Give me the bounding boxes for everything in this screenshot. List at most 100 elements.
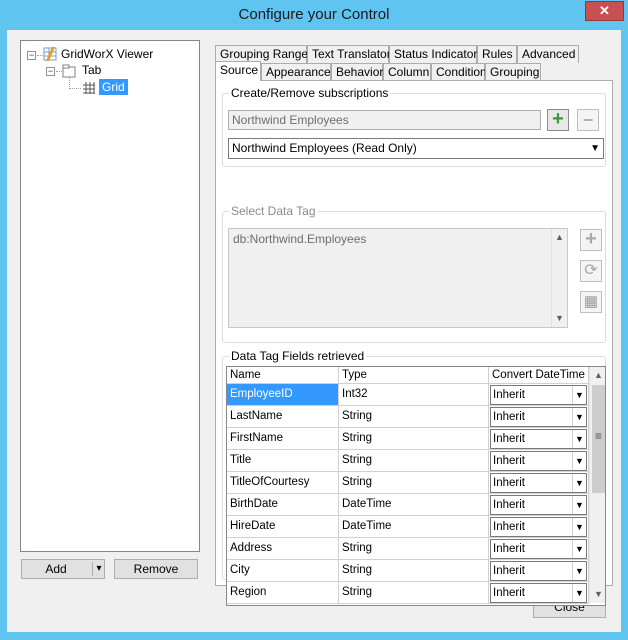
convert-datetime-select[interactable]: Inherit ▼	[490, 385, 587, 405]
refresh-data-tag-button[interactable]: ⟳	[580, 260, 602, 282]
browse-table-button[interactable]: ▦	[580, 291, 602, 313]
tab-status-indicator[interactable]: Status Indicator	[389, 45, 477, 63]
convert-datetime-value: Inherit	[493, 433, 525, 445]
table-cell-convert: Inherit ▼	[489, 516, 589, 538]
chevron-down-icon: ▼	[572, 452, 586, 470]
scrollbar-thumb[interactable]: ≡	[592, 385, 605, 493]
convert-datetime-select[interactable]: Inherit ▼	[490, 495, 587, 515]
tab-behavior[interactable]: Behavior	[331, 63, 383, 81]
tree-node-gridworx-viewer[interactable]: GridWorX Viewer	[61, 46, 153, 62]
scroll-up-icon[interactable]: ▲	[590, 367, 605, 384]
convert-datetime-value: Inherit	[493, 521, 525, 533]
tab-grouping[interactable]: Grouping	[485, 63, 541, 81]
table-cell-type[interactable]: String	[339, 472, 489, 494]
fields-grid-scrollbar[interactable]: ▲ ≡ ▼	[589, 367, 605, 603]
tab-condition[interactable]: Condition	[431, 63, 487, 81]
subscription-select[interactable]: Northwind Employees (Read Only) ▼	[228, 138, 604, 159]
table-cell-name[interactable]: Address	[227, 538, 339, 560]
table-cell-convert: Inherit ▼	[489, 538, 589, 560]
fields-group-title: Data Tag Fields retrieved	[229, 349, 367, 363]
table-cell-type[interactable]: String	[339, 560, 489, 582]
table-cell-type[interactable]: Int32	[339, 384, 489, 406]
refresh-icon: ⟳	[584, 262, 598, 279]
convert-datetime-select[interactable]: Inherit ▼	[490, 539, 587, 559]
title-bar[interactable]: Configure your Control ✕	[0, 0, 628, 30]
table-cell-type[interactable]: String	[339, 406, 489, 428]
table-cell-type[interactable]: String	[339, 450, 489, 472]
table-cell-name[interactable]: BirthDate	[227, 494, 339, 516]
convert-datetime-select[interactable]: Inherit ▼	[490, 451, 587, 471]
chevron-down-icon: ▼	[572, 474, 586, 492]
convert-datetime-select[interactable]: Inherit ▼	[490, 473, 587, 493]
table-cell-name[interactable]: TitleOfCourtesy	[227, 472, 339, 494]
table-cell-convert: Inherit ▼	[489, 406, 589, 428]
table-cell-name[interactable]: EmployeeID	[227, 384, 339, 406]
close-window-button[interactable]: ✕	[585, 1, 624, 21]
table-cell-name[interactable]: LastName	[227, 406, 339, 428]
remove-button[interactable]: Remove	[114, 559, 198, 579]
dialog-client-area: − GridWorX Viewer − Tab Grid Add ▾ Remov…	[7, 30, 621, 632]
data-tag-group: Select Data Tag db:Northwind.Employees ▲…	[222, 204, 606, 343]
subscription-name-input[interactable]: Northwind Employees	[228, 110, 541, 130]
scroll-down-icon[interactable]: ▼	[552, 310, 567, 327]
tree-node-grid[interactable]: Grid	[99, 79, 128, 95]
table-cell-type[interactable]: DateTime	[339, 516, 489, 538]
table-cell-type[interactable]: DateTime	[339, 494, 489, 516]
tree-connector	[69, 88, 81, 89]
convert-datetime-select[interactable]: Inherit ▼	[490, 429, 587, 449]
convert-datetime-value: Inherit	[493, 477, 525, 489]
column-header-name[interactable]: Name	[227, 367, 339, 384]
data-tag-value[interactable]: db:Northwind.Employees	[233, 232, 366, 246]
tree-collapse-icon[interactable]: −	[27, 51, 36, 60]
tree-node-tab[interactable]: Tab	[82, 62, 101, 78]
table-cell-type[interactable]: String	[339, 582, 489, 604]
table-cell-name[interactable]: City	[227, 560, 339, 582]
table-cell-type[interactable]: String	[339, 538, 489, 560]
add-subscription-button[interactable]: +	[547, 109, 569, 131]
table-cell-name[interactable]: Title	[227, 450, 339, 472]
split-separator	[92, 562, 93, 576]
grid-icon	[82, 81, 96, 95]
add-data-tag-button[interactable]: +	[580, 229, 602, 251]
chevron-down-icon: ▼	[572, 386, 586, 404]
convert-datetime-select[interactable]: Inherit ▼	[490, 583, 587, 603]
convert-datetime-value: Inherit	[493, 587, 525, 599]
convert-datetime-value: Inherit	[493, 565, 525, 577]
chevron-down-icon: ▼	[590, 143, 600, 154]
tab-appearance[interactable]: Appearance	[261, 63, 331, 81]
table-cell-name[interactable]: FirstName	[227, 428, 339, 450]
tab-column[interactable]: Column	[383, 63, 431, 81]
convert-datetime-select[interactable]: Inherit ▼	[490, 517, 587, 537]
table-cell-name[interactable]: Region	[227, 582, 339, 604]
window-title: Configure your Control	[238, 6, 390, 23]
control-tree[interactable]: − GridWorX Viewer − Tab Grid	[20, 40, 200, 552]
tab-advanced[interactable]: Advanced	[517, 45, 579, 63]
table-cell-convert: Inherit ▼	[489, 560, 589, 582]
scroll-down-icon[interactable]: ▼	[590, 586, 605, 603]
table-cell-convert: Inherit ▼	[489, 428, 589, 450]
fields-grid[interactable]: Name Type Convert DateTime EmployeeID Int32 I…	[226, 366, 606, 606]
remove-subscription-button[interactable]: −	[577, 109, 599, 131]
grid-app-icon	[43, 47, 57, 61]
table-cell-type[interactable]: String	[339, 428, 489, 450]
tab-source[interactable]: Source	[215, 61, 261, 81]
data-tag-scrollbar[interactable]: ▲ ▼	[551, 229, 567, 327]
chevron-down-icon: ▼	[572, 496, 586, 514]
subscription-select-value: Northwind Employees (Read Only)	[232, 141, 417, 155]
tree-collapse-icon[interactable]: −	[46, 67, 55, 76]
thumb-grip-icon: ≡	[595, 429, 603, 443]
tab-text-translator[interactable]: Text Translator	[307, 45, 391, 63]
scroll-up-icon[interactable]: ▲	[552, 229, 567, 246]
convert-datetime-select[interactable]: Inherit ▼	[490, 561, 587, 581]
add-dropdown-icon[interactable]: ▾	[94, 560, 104, 578]
add-split-button[interactable]: Add ▾	[21, 559, 105, 579]
column-header-convert-datetime[interactable]: Convert DateTime	[489, 367, 589, 384]
table-cell-name[interactable]: HireDate	[227, 516, 339, 538]
convert-datetime-value: Inherit	[493, 543, 525, 555]
convert-datetime-select[interactable]: Inherit ▼	[490, 407, 587, 427]
tab-rules[interactable]: Rules	[477, 45, 517, 63]
data-tag-list[interactable]: db:Northwind.Employees ▲ ▼	[228, 228, 568, 328]
add-button-label[interactable]: Add	[22, 560, 90, 578]
column-header-type[interactable]: Type	[339, 367, 489, 384]
chevron-down-icon: ▼	[572, 518, 586, 536]
